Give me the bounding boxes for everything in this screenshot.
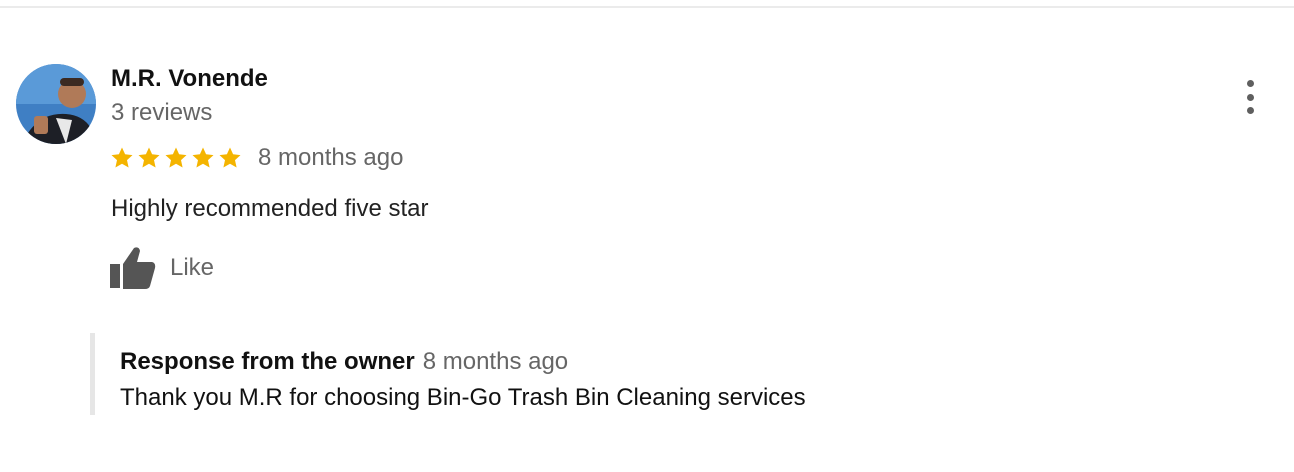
rating-row: 8 months ago — [110, 143, 403, 173]
star-icon — [219, 147, 241, 168]
avatar-photo — [16, 64, 96, 144]
owner-response-title: Response from the owner — [120, 348, 415, 375]
owner-response-time: 8 months ago — [422, 348, 569, 375]
review-text: Highly recommended five star — [111, 195, 429, 222]
reviewer-name[interactable]: M.R. Vonende — [111, 65, 268, 93]
thumbs-up-icon — [110, 247, 156, 289]
more-vertical-icon-dot — [1246, 93, 1254, 101]
owner-response-text: Thank you M.R for choosing Bin-Go Trash … — [120, 384, 806, 411]
star-icon — [165, 147, 187, 168]
star-icon — [192, 147, 214, 168]
owner-response: Response from the owner 8 months ago Than… — [90, 333, 995, 415]
owner-response-header: Response from the owner 8 months ago — [120, 347, 568, 380]
like-button[interactable]: Like — [108, 246, 214, 290]
more-options-button[interactable] — [1236, 80, 1264, 114]
more-vertical-icon — [1246, 80, 1254, 87]
star-icon — [111, 147, 133, 168]
more-vertical-icon-dot — [1246, 107, 1254, 114]
top-divider — [0, 6, 1294, 8]
star-rating — [110, 146, 245, 170]
reviewer-review-count[interactable]: 3 reviews — [111, 99, 212, 127]
like-label: Like — [170, 254, 215, 281]
review-time: 8 months ago — [258, 144, 404, 171]
reviewer-avatar[interactable] — [16, 64, 96, 144]
star-icon — [138, 147, 160, 168]
